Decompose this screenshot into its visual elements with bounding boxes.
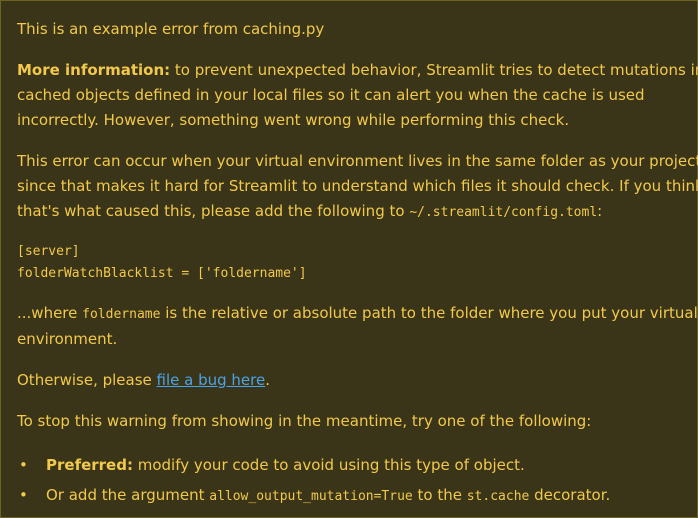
- option2-post: decorator.: [529, 486, 611, 504]
- otherwise-paragraph: Otherwise, please file a bug here.: [17, 368, 681, 393]
- alert-header: This is an example error from caching.py: [17, 20, 325, 38]
- more-info-text: to prevent unexpected behavior, Streamli…: [170, 61, 698, 79]
- more-info-line2: cached objects defined in your local fil…: [17, 86, 645, 104]
- venv-line3-pre: that's what caused this, please add the …: [17, 202, 410, 220]
- option1-text: modify your code to avoid using this typ…: [132, 456, 525, 474]
- code-line-1: [server]: [17, 244, 80, 259]
- venv-paragraph: This error can occur when your virtual e…: [17, 149, 698, 225]
- option2-mid: to the: [412, 486, 467, 504]
- option2-pre: Or add the argument: [46, 486, 210, 504]
- otherwise-post: .: [265, 371, 271, 389]
- options-list: • Preferred: modify your code to avoid u…: [17, 450, 681, 510]
- venv-line2: since that makes it hard for Streamlit t…: [17, 177, 698, 195]
- list-item: • Preferred: modify your code to avoid u…: [17, 450, 681, 480]
- list-item: • Or add the argument allow_output_mutat…: [17, 480, 681, 510]
- otherwise-pre: Otherwise, please: [17, 371, 157, 389]
- bullet-icon: •: [19, 456, 28, 474]
- venv-line3-post: :: [597, 202, 603, 220]
- warning-alert: This is an example error from caching.py…: [0, 0, 698, 518]
- more-info-paragraph: More information: to prevent unexpected …: [17, 58, 698, 133]
- where-paragraph: ...where foldername is the relative or a…: [17, 301, 698, 352]
- where-pre: ...where: [17, 304, 83, 322]
- allow-output-mutation-code: allow_output_mutation=True: [209, 489, 413, 504]
- config-code-block: [server] folderWatchBlacklist = ['folder…: [17, 241, 681, 285]
- more-info-line3: incorrectly. However, something went wro…: [17, 111, 570, 129]
- foldername-code: foldername: [82, 307, 161, 322]
- venv-line1: This error can occur when your virtual e…: [17, 152, 698, 170]
- where-line2: environment.: [17, 330, 118, 348]
- where-post: is the relative or absolute path to the …: [160, 304, 698, 322]
- code-line-2: folderWatchBlacklist = ['foldername']: [17, 266, 307, 281]
- st-cache-code: st.cache: [466, 489, 530, 504]
- bullet-icon: •: [19, 486, 28, 504]
- more-info-label: More information:: [17, 61, 171, 79]
- file-bug-link[interactable]: file a bug here: [157, 371, 266, 389]
- config-path-code: ~/.streamlit/config.toml: [409, 205, 598, 220]
- option1-label: Preferred:: [46, 456, 133, 474]
- stop-paragraph: To stop this warning from showing in the…: [17, 412, 592, 430]
